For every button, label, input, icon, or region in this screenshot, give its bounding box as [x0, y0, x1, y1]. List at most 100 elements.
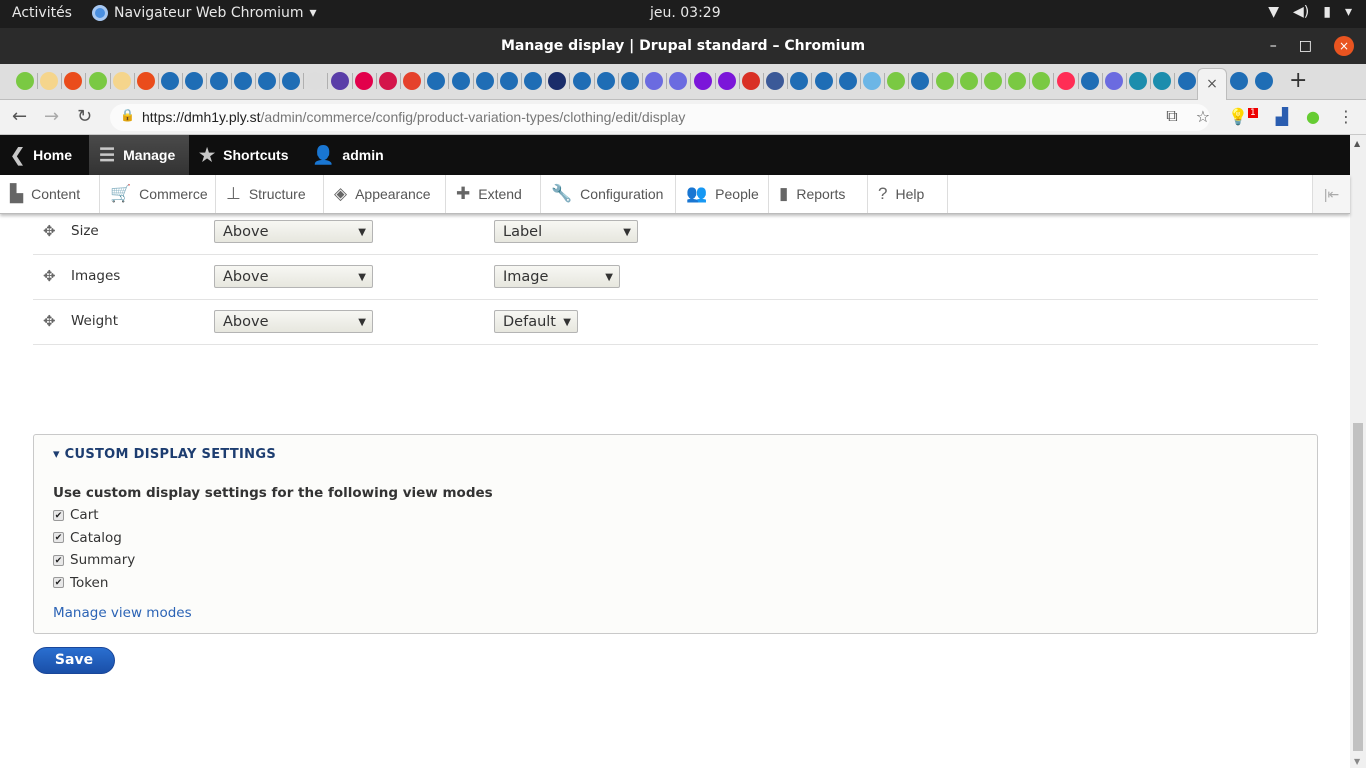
minimize-button[interactable]: – — [1270, 28, 1277, 64]
pinned-tab[interactable] — [596, 72, 615, 90]
pinned-tab[interactable] — [1153, 72, 1172, 90]
pinned-tab[interactable] — [1177, 72, 1196, 90]
pinned-tab[interactable] — [1056, 72, 1075, 90]
tray-item-appearance[interactable]: ◈ Appearance — [324, 175, 446, 213]
checkbox[interactable]: ✔ — [53, 509, 64, 521]
toolbar-orientation-toggle[interactable]: |⇤ — [1312, 175, 1350, 213]
pinned-tab[interactable] — [282, 72, 301, 90]
clock[interactable]: jeu. 03:29 — [650, 5, 721, 21]
save-button[interactable]: Save — [33, 647, 115, 674]
reload-button[interactable]: ↻ — [77, 106, 92, 127]
tray-item-commerce[interactable]: 🛒 Commerce — [100, 175, 216, 213]
drag-handle-icon[interactable]: ✥ — [43, 312, 56, 330]
tray-item-structure[interactable]: ⊥ Structure — [216, 175, 324, 213]
pinned-tab[interactable] — [621, 72, 639, 90]
label-position-select[interactable]: Above▼ — [214, 310, 373, 333]
pinned-tab[interactable] — [645, 72, 664, 90]
checkbox[interactable]: ✔ — [53, 577, 64, 588]
pinned-tab[interactable] — [1105, 72, 1123, 90]
format-select[interactable]: Default ▼ — [494, 310, 578, 333]
pinned-tab[interactable] — [451, 72, 470, 90]
pinned-tab[interactable] — [112, 72, 131, 90]
pinned-tab[interactable] — [500, 72, 518, 90]
pinned-tab[interactable] — [306, 72, 325, 90]
pinned-tab[interactable] — [233, 72, 252, 90]
url-text[interactable]: https://dmh1y.ply.st/admin/commerce/conf… — [142, 109, 685, 125]
label-position-select[interactable]: Above▼ — [214, 220, 373, 243]
pinned-tab[interactable] — [814, 72, 833, 90]
toolbar-item-shortcuts[interactable]: ★ Shortcuts — [189, 135, 302, 175]
pinned-tab[interactable] — [209, 72, 228, 90]
translate-icon[interactable]: ⧉ — [1166, 106, 1177, 126]
pinned-tab[interactable] — [863, 72, 881, 90]
activities-button[interactable]: Activités — [12, 5, 72, 21]
browser-menu-icon[interactable]: ⋮ — [1338, 107, 1354, 126]
view-mode-checkbox[interactable]: ✔ Catalog — [53, 530, 122, 546]
pinned-tab[interactable] — [548, 72, 567, 90]
view-mode-checkbox[interactable]: ✔ Cart — [53, 507, 99, 523]
pinned-tab[interactable] — [185, 72, 204, 90]
pinned-tab[interactable] — [790, 72, 809, 90]
pinned-tab[interactable] — [717, 72, 736, 90]
pinned-tab[interactable] — [742, 72, 760, 90]
drag-handle-icon[interactable]: ✥ — [43, 267, 56, 285]
view-mode-checkbox[interactable]: ✔ Token — [53, 575, 108, 591]
checkbox[interactable]: ✔ — [53, 532, 64, 543]
pinned-tab[interactable] — [524, 72, 543, 90]
tray-item-reports[interactable]: ▮ Reports — [769, 175, 868, 213]
pinned-tab[interactable] — [1032, 72, 1051, 90]
pinned-tab[interactable] — [16, 72, 34, 90]
pinned-tab[interactable] — [403, 72, 422, 90]
pinned-tab[interactable] — [354, 72, 373, 90]
toolbar-item-home[interactable]: ❮ Home — [0, 135, 89, 175]
page-scrollbar[interactable]: ▲ ▼ — [1350, 135, 1366, 768]
pinned-tab[interactable] — [475, 72, 494, 90]
custom-display-settings-toggle[interactable]: ▾ CUSTOM DISPLAY SETTINGS — [53, 447, 276, 462]
pinned-tab[interactable] — [1008, 72, 1027, 90]
pinned-tab[interactable] — [379, 72, 397, 90]
scroll-up-arrow-icon[interactable]: ▲ — [1354, 139, 1360, 148]
tray-item-people[interactable]: 👥 People — [676, 175, 769, 213]
pinned-tab[interactable] — [330, 72, 349, 90]
profile-icon[interactable]: ● — [1306, 107, 1320, 126]
pinned-tab[interactable] — [1080, 72, 1099, 90]
pinned-tab[interactable] — [935, 72, 954, 90]
manage-view-modes-link[interactable]: Manage view modes — [53, 605, 192, 621]
format-select[interactable]: Label▼ — [494, 220, 638, 243]
checkbox[interactable]: ✔ — [53, 554, 64, 566]
tray-item-help[interactable]: ? Help — [868, 175, 948, 213]
tray-item-extend[interactable]: ✚ Extend — [446, 175, 541, 213]
pinned-tab[interactable] — [669, 72, 688, 90]
extension-bulb-icon[interactable]: 💡 1 — [1228, 107, 1258, 126]
pinned-tab[interactable] — [88, 72, 107, 90]
extension-icon[interactable]: ▟ — [1276, 107, 1288, 126]
pinned-tab[interactable] — [984, 72, 1002, 90]
pinned-tab[interactable] — [766, 72, 785, 90]
back-button[interactable]: ← — [12, 106, 27, 127]
pinned-tab[interactable] — [959, 72, 978, 90]
label-position-select[interactable]: Above▼ — [214, 265, 373, 288]
toolbar-item-admin[interactable]: 👤 admin — [302, 135, 392, 175]
forward-button[interactable]: → — [44, 106, 59, 127]
maximize-button[interactable]: □ — [1299, 28, 1312, 64]
close-tab-icon[interactable]: × — [1206, 76, 1218, 92]
format-select[interactable]: Image ▼ — [494, 265, 620, 288]
drag-handle-icon[interactable]: ✥ — [43, 222, 56, 240]
tray-item-configuration[interactable]: 🔧 Configuration — [541, 175, 676, 213]
pinned-tab[interactable] — [911, 72, 930, 90]
pinned-tab[interactable] — [40, 72, 59, 90]
pinned-tab[interactable] — [258, 72, 276, 90]
pinned-tab[interactable] — [693, 72, 712, 90]
scroll-down-arrow-icon[interactable]: ▼ — [1354, 757, 1360, 766]
pinned-tab[interactable] — [1230, 72, 1248, 90]
tray-item-content[interactable]: ▙ Content — [0, 175, 100, 213]
pinned-tab[interactable] — [1129, 72, 1148, 90]
pinned-tab[interactable] — [161, 72, 180, 90]
pinned-tab[interactable] — [887, 72, 906, 90]
scrollbar-thumb[interactable] — [1353, 423, 1363, 751]
pinned-tab[interactable] — [1255, 72, 1273, 90]
system-tray[interactable]: ▼ ◀) ▮ ▾ — [1268, 4, 1352, 20]
new-tab-button[interactable]: + — [1289, 68, 1307, 93]
bookmark-star-icon[interactable]: ☆ — [1196, 107, 1210, 126]
app-menu[interactable]: Navigateur Web Chromium ▾ — [92, 5, 317, 21]
